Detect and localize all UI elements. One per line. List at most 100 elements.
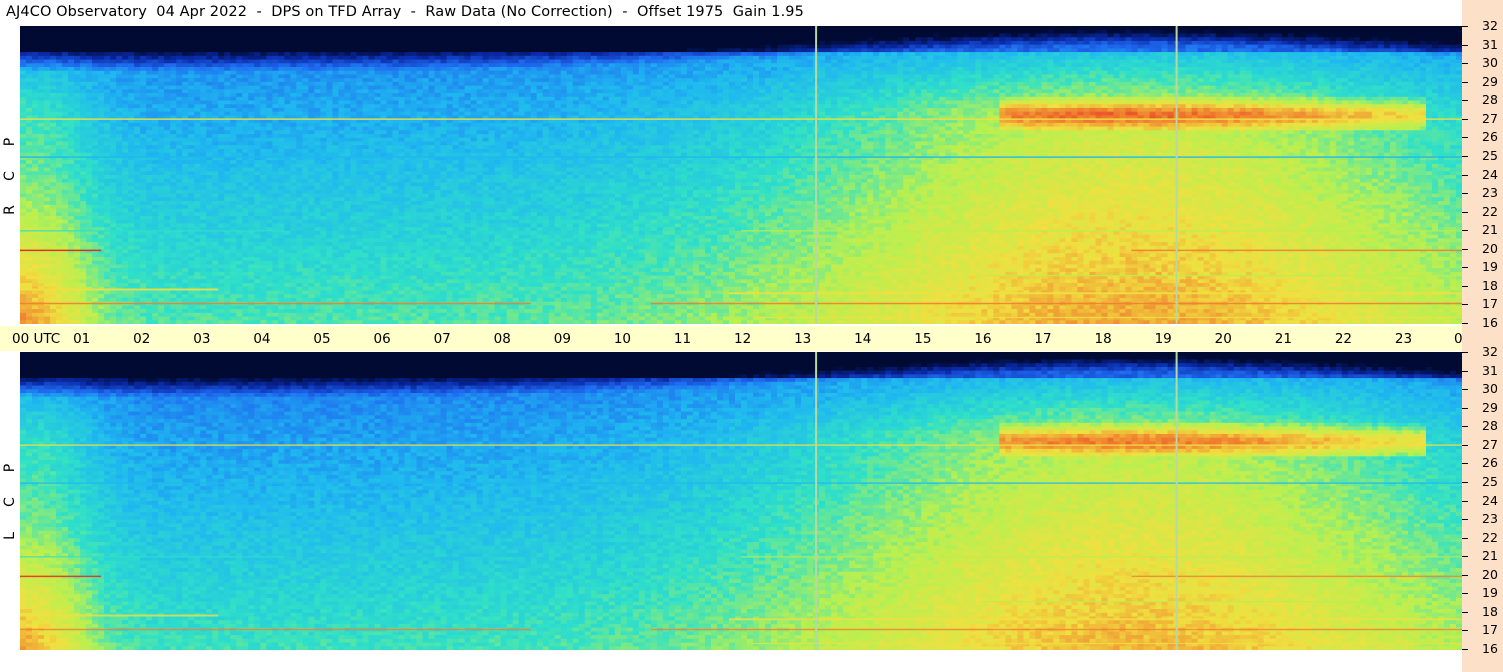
spectrogram-cell [146, 33, 153, 38]
spectrogram-cell [44, 93, 51, 98]
spectrogram-cell [110, 305, 117, 310]
spectrogram-cell [176, 122, 183, 128]
spectrogram-cell [368, 264, 376, 269]
spectrogram-cell [158, 111, 165, 116]
spectrogram-cell [386, 230, 394, 236]
spectrogram-cell [308, 126, 316, 131]
spectrogram-cell [374, 290, 382, 295]
spectrogram-cell [176, 201, 183, 206]
spectrogram-cell [206, 264, 213, 269]
spectrogram-cell [314, 193, 322, 198]
spectrogram-cell [302, 104, 309, 109]
spectrogram-cell [74, 215, 81, 221]
spectrogram-cell [104, 130, 111, 135]
spectrogram-cell [158, 320, 165, 324]
spectrogram-cell [110, 141, 117, 146]
spectrogram-cell [254, 186, 261, 191]
spectrogram-cell [230, 48, 237, 53]
spectrogram-cell [368, 78, 376, 83]
spectrogram-cell [308, 312, 316, 318]
spectrogram-cell [338, 85, 346, 90]
spectrogram-cell [182, 148, 189, 154]
spectrogram-cell [158, 66, 165, 72]
spectrogram-cell [104, 152, 111, 157]
spectrogram-cell [254, 111, 261, 116]
spectrogram-cell [104, 29, 111, 35]
spectrogram-cell [206, 167, 213, 172]
spectrogram-cell [176, 171, 183, 176]
spectrogram-cell [164, 253, 171, 258]
spectrogram-cell [326, 182, 334, 187]
spectrogram-cell [176, 279, 183, 284]
spectrogram-cell [68, 89, 75, 94]
spectrogram-cell [290, 141, 297, 146]
spectrogram-cell [254, 55, 261, 61]
spectrogram-cell [254, 29, 261, 35]
spectrogram-cell [122, 122, 129, 128]
spectrogram-cell [206, 283, 213, 288]
spectrogram-cell [308, 111, 316, 116]
spectrogram-cell [38, 256, 45, 262]
spectrogram-cell [146, 26, 153, 31]
spectrogram-cell [218, 245, 225, 251]
spectrogram-cell [104, 85, 111, 90]
spectrogram-cell [284, 134, 291, 139]
spectrogram-cell [164, 171, 171, 176]
spectrogram-cell [170, 145, 177, 150]
spectrogram-cell [332, 230, 340, 236]
spectrogram-cell [248, 204, 255, 210]
spectrogram-cell [386, 283, 394, 288]
spectrogram-cell [68, 275, 75, 280]
spectrogram-cell [380, 204, 388, 210]
spectrogram-cell [104, 59, 111, 64]
spectrogram-cell [50, 44, 57, 49]
spectrogram-cell [302, 253, 309, 258]
spectrogram-cell [302, 286, 309, 292]
spectrogram-cell [344, 59, 352, 64]
spectrogram-cell [386, 219, 394, 225]
spectrogram-cell [170, 193, 177, 198]
spectrogram-cell [368, 96, 376, 102]
spectrogram-cell [98, 212, 105, 217]
spectrogram-cell [170, 152, 177, 157]
spectrogram-cell [374, 66, 382, 72]
spectrogram-rcp[interactable] [20, 26, 1462, 324]
spectrogram-cell [194, 111, 201, 116]
spectrogram-cell [62, 81, 69, 87]
spectrogram-cell [290, 145, 297, 150]
spectrogram-cell [332, 141, 340, 146]
spectrogram-cell [92, 59, 99, 64]
spectrogram-cell [236, 215, 243, 221]
spectrogram-cell [44, 63, 51, 68]
spectrogram-cell [230, 81, 237, 87]
spectrogram-cell [212, 137, 219, 143]
spectrogram-cell [272, 100, 279, 105]
spectrogram-cell [272, 234, 279, 239]
spectrogram-cell [188, 279, 195, 284]
spectrogram-cell [338, 305, 346, 310]
spectrogram-cell [302, 78, 309, 83]
spectrogram-cell [44, 134, 51, 139]
spectrogram-cell [116, 104, 123, 109]
spectrogram-cell [80, 294, 87, 299]
spectrogram-cell [92, 55, 99, 61]
spectrogram-cell [326, 74, 334, 79]
spectrogram-cell [224, 234, 231, 239]
spectrogram-cell [122, 160, 129, 165]
spectrogram-cell [86, 201, 93, 206]
spectrogram-cell [362, 260, 370, 266]
spectrogram-cell [302, 137, 309, 143]
spectrogram-cell [356, 197, 364, 202]
spectrogram-cell [272, 182, 279, 187]
spectrogram-cell [212, 141, 219, 146]
spectrogram-cell [44, 40, 51, 46]
spectrogram-cell [284, 227, 291, 232]
spectrogram-cell [266, 152, 273, 157]
spectrogram-cell [386, 126, 394, 131]
spectrogram-cell [356, 312, 364, 318]
spectrogram-cell [332, 312, 340, 318]
spectrogram-cell [266, 178, 273, 184]
spectrogram-cell [230, 279, 237, 284]
spectrogram-cell [170, 178, 177, 184]
spectrogram-cell [170, 197, 177, 202]
